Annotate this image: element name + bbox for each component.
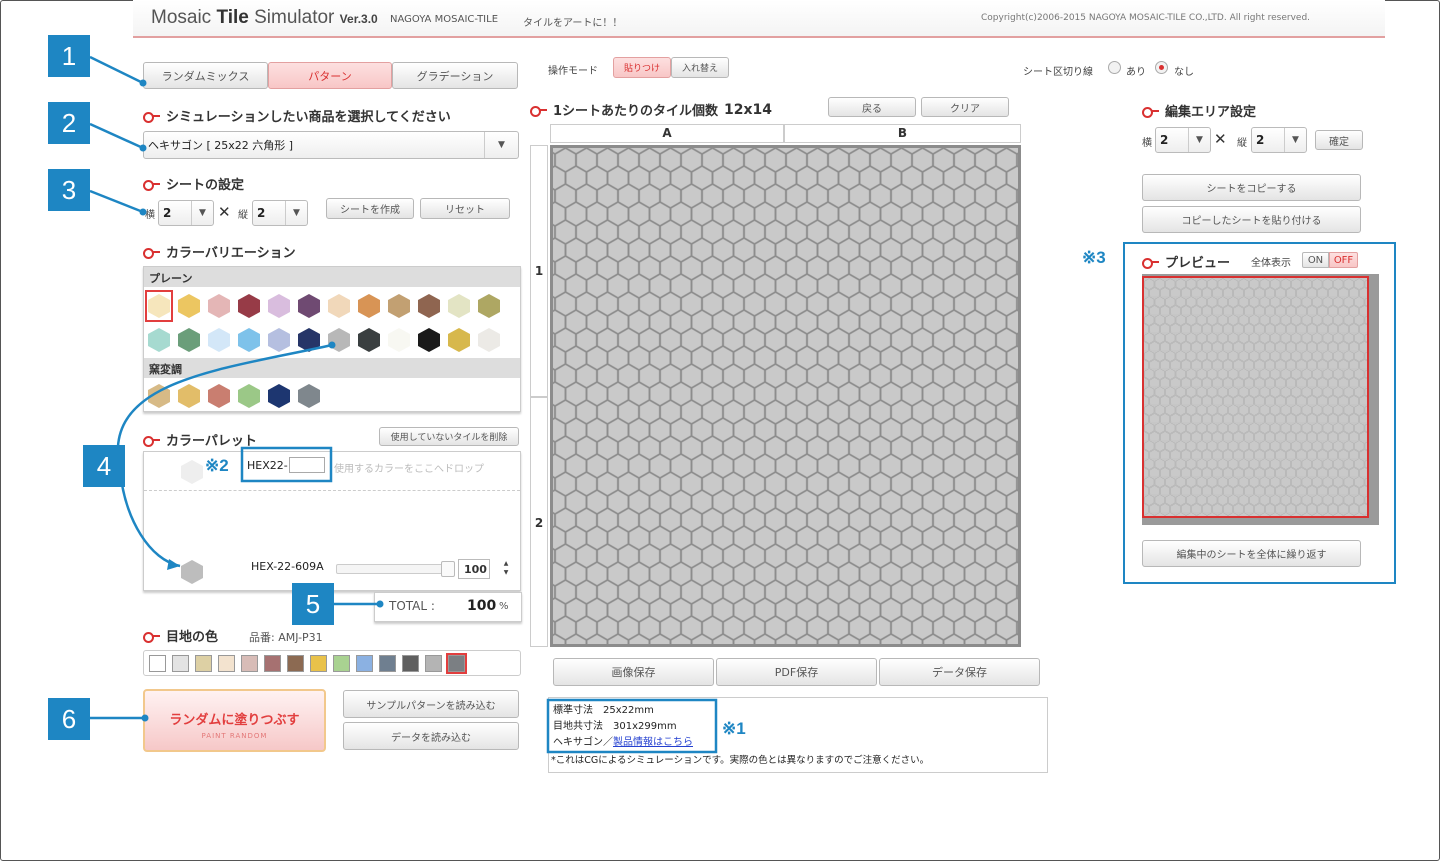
callout-line-4 <box>116 343 333 471</box>
callout-badge-5: 5 <box>292 583 334 625</box>
callout-badge-3: 3 <box>48 169 90 211</box>
callout-line-2 <box>89 122 144 150</box>
callout-box-2 <box>240 446 333 483</box>
callout-badge-1: 1 <box>48 35 90 77</box>
callout-lines <box>89 55 718 754</box>
callout-line-1 <box>89 55 144 85</box>
callout-note-3: ※3 <box>1082 248 1106 267</box>
callout-note-2: ※2 <box>205 456 229 475</box>
callout-line-4b <box>118 469 181 568</box>
callout-badge-4: 4 <box>83 445 125 487</box>
callout-badge-6: 6 <box>48 698 90 740</box>
callout-line-3 <box>89 189 144 214</box>
callout-note-1: ※1 <box>722 719 746 738</box>
callout-box-1 <box>546 698 718 754</box>
callout-badge-2: 2 <box>48 102 90 144</box>
